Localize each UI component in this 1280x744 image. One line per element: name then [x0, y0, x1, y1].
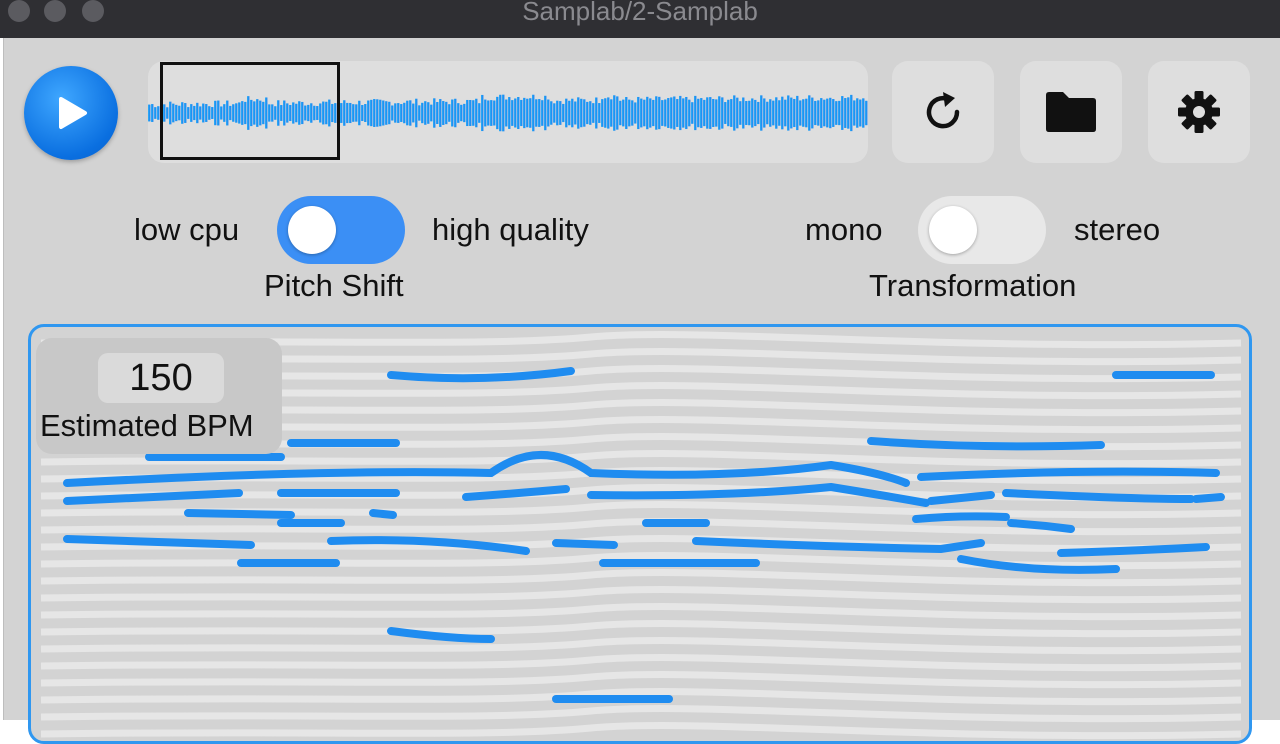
transformation-stereo-label: stereo	[1074, 212, 1161, 247]
note[interactable]	[917, 467, 1220, 481]
title-bar: Samplab/2-Samplab	[0, 0, 1280, 38]
folder-icon	[1046, 92, 1096, 132]
note[interactable]	[1192, 493, 1225, 503]
gear-icon	[1178, 91, 1220, 133]
pitch-shift-toggle-knob	[288, 206, 336, 254]
note[interactable]	[867, 437, 1105, 451]
play-icon	[59, 97, 87, 129]
transformation-title: Transformation	[869, 268, 1077, 303]
bpm-label: Estimated BPM	[40, 408, 254, 443]
note[interactable]	[912, 512, 1010, 523]
note[interactable]	[552, 539, 618, 549]
refresh-button[interactable]	[892, 61, 994, 163]
waveform-selection[interactable]	[160, 62, 340, 160]
pitch-shift-low-cpu-label: low cpu	[134, 212, 240, 247]
note[interactable]	[369, 509, 397, 519]
window-title: Samplab/2-Samplab	[522, 0, 758, 26]
pitch-shift-toggle[interactable]	[277, 196, 405, 264]
pitch-shift-title: Pitch Shift	[264, 268, 404, 303]
transformation-mono-label: mono	[805, 212, 883, 247]
transformation-toggle[interactable]	[918, 196, 1046, 264]
transformation-toggle-knob	[929, 206, 977, 254]
refresh-icon	[926, 92, 960, 129]
note[interactable]	[184, 509, 295, 519]
note[interactable]	[387, 367, 575, 383]
bpm-value[interactable]: 150	[98, 353, 224, 403]
settings-button[interactable]	[1148, 61, 1250, 163]
pitch-shift-high-quality-label: high quality	[432, 212, 589, 247]
play-button[interactable]	[24, 66, 118, 160]
open-folder-button[interactable]	[1020, 61, 1122, 163]
